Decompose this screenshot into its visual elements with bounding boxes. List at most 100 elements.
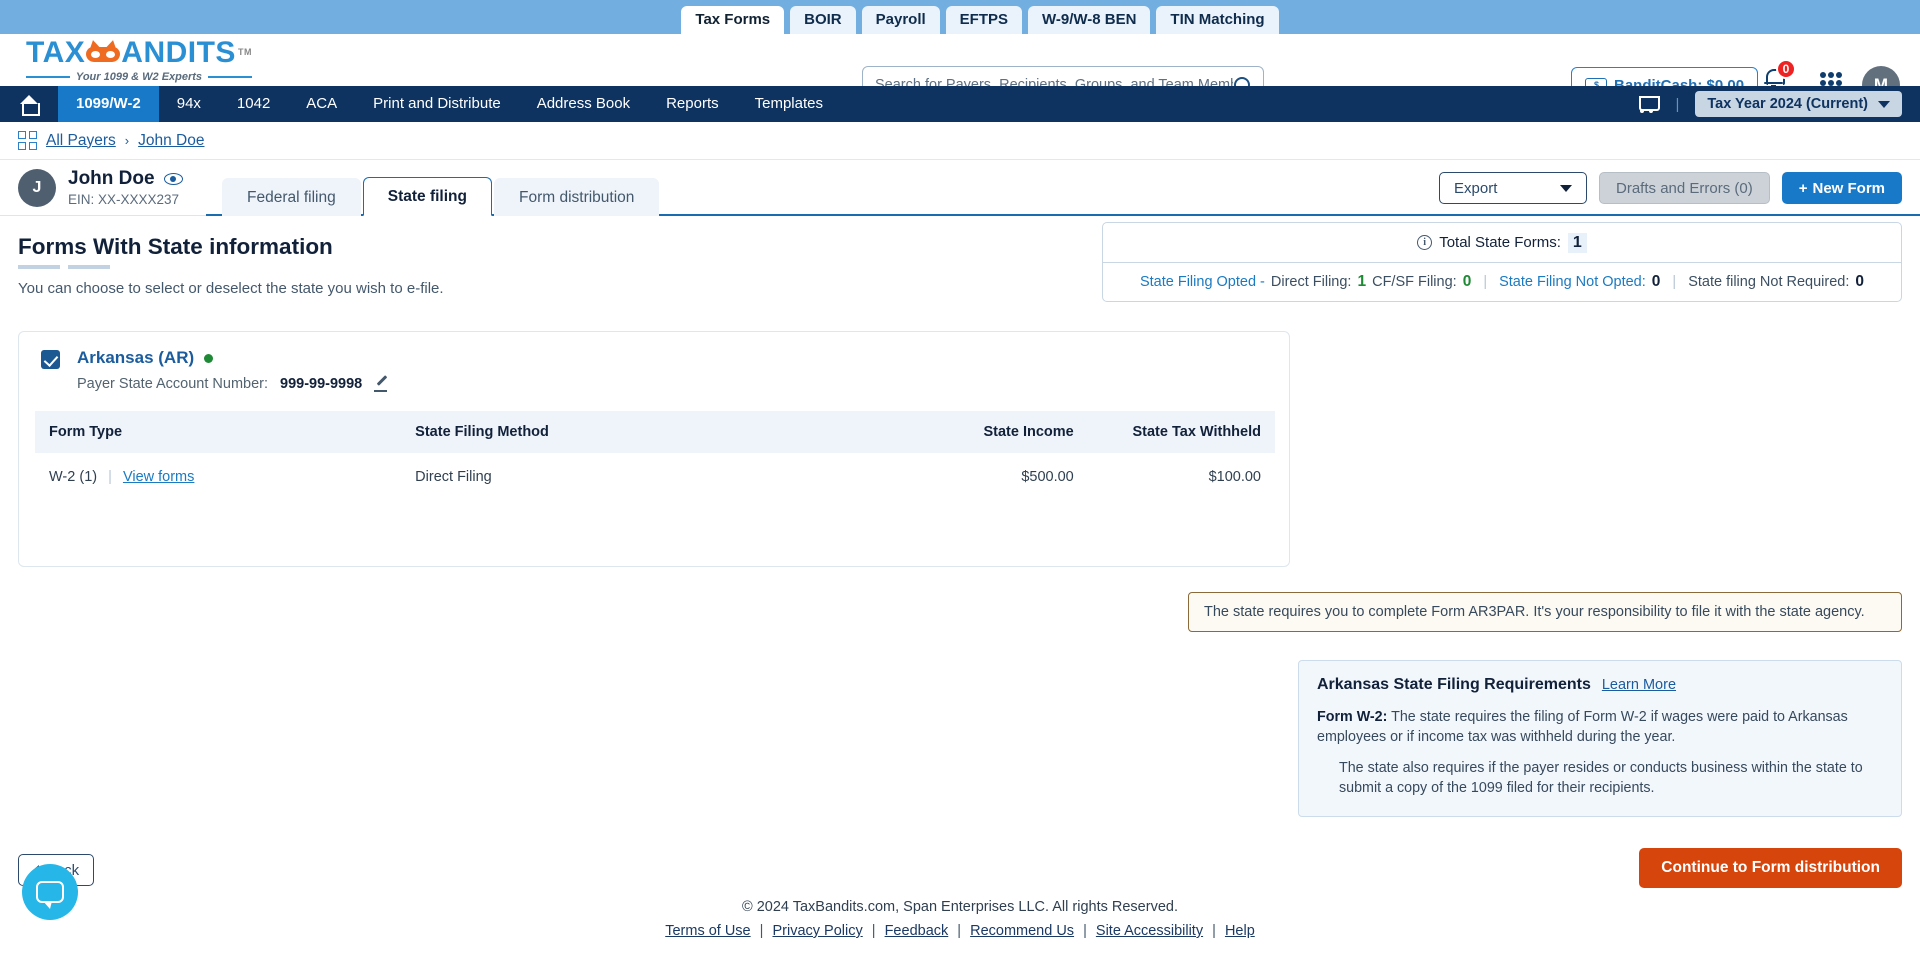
payer-state-account-value: 999-99-9998 [280,376,363,392]
breadcrumb-current-payer[interactable]: John Doe [138,132,204,150]
tab-form-distribution[interactable]: Form distribution [493,177,660,216]
home-icon [19,94,40,116]
footer-link-terms-of-use[interactable]: Terms of Use [665,923,750,939]
breadcrumb-separator: › [124,133,130,148]
requirements-title: Arkansas State Filing Requirements [1317,676,1591,693]
eye-icon[interactable] [163,173,183,185]
taxbandits-logo[interactable]: TAX ANDITS TM Your 1099 & W2 Experts [26,35,252,83]
product-tab-tax-forms[interactable]: Tax Forms [681,6,785,34]
footer-link-feedback[interactable]: Feedback [885,923,949,939]
cart-icon[interactable] [1637,95,1661,114]
logo-tagline: Your 1099 & W2 Experts [26,71,252,83]
summary-divider-2: | [1672,274,1677,290]
new-form-button[interactable]: + New Form [1781,172,1902,204]
cell-filing-method: Direct Filing [415,469,492,485]
app-root: Tax Forms BOIR Payroll EFTPS W-9/W-8 BEN… [0,0,1920,953]
new-form-label: New Form [1812,179,1885,197]
requirements-paragraph-1: Form W-2: The state requires the filing … [1317,707,1883,748]
footer-link-site-accessibility[interactable]: Site Accessibility [1096,923,1203,939]
tab-federal-filing[interactable]: Federal filing [222,177,361,216]
tab-state-filing[interactable]: State filing [362,176,492,216]
footer-separator: | [871,923,876,939]
learn-more-link[interactable]: Learn More [1602,677,1676,693]
form-type-value: W-2 [49,469,76,485]
nav-item-templates[interactable]: Templates [737,86,841,122]
footer-copyright: © 2024 TaxBandits.com, Span Enterprises … [742,899,1178,915]
logo-text-left: TAX [26,35,86,69]
product-tab-eftps[interactable]: EFTPS [945,6,1023,34]
nav-item-1099-w2[interactable]: 1099/W-2 [58,86,159,122]
cell-state-income: $500.00 [1021,469,1074,485]
nav-item-print-and-distribute[interactable]: Print and Distribute [355,86,519,122]
state-filing-opted-label[interactable]: State Filing Opted - [1140,274,1265,290]
state-filing-not-opted-label[interactable]: State Filing Not Opted: [1499,274,1646,290]
nav-item-aca[interactable]: ACA [288,86,355,122]
requirements-paragraph-1-text: The state requires the filing of Form W-… [1317,709,1848,746]
state-name-text[interactable]: Arkansas (AR) [77,348,194,368]
state-filing-not-required-value: 0 [1855,273,1865,290]
trademark-symbol: TM [237,47,252,57]
product-tab-strip: Tax Forms BOIR Payroll EFTPS W-9/W-8 BEN… [0,0,1920,34]
chevron-down-icon [1878,100,1890,108]
nav-home-button[interactable] [0,86,58,122]
product-tab-payroll[interactable]: Payroll [861,6,940,34]
tax-year-selector[interactable]: Tax Year 2024 (Current) [1695,91,1902,117]
grid-view-icon[interactable] [18,131,37,150]
payer-avatar: J [18,168,56,207]
footer-link-help[interactable]: Help [1225,923,1255,939]
breadcrumb-all-payers[interactable]: All Payers [46,132,116,150]
payer-ein: EIN: XX-XXXX237 [68,192,180,207]
drafts-and-errors-button[interactable]: Drafts and Errors (0) [1599,172,1770,204]
footer-separator: | [1083,923,1087,939]
col-state-tax-withheld: State Tax Withheld [1132,424,1261,440]
summary-total-row: i Total State Forms: 1 [1103,223,1901,263]
col-state-filing-method: State Filing Method [415,424,549,440]
state-checkbox[interactable] [41,350,60,369]
nav-item-1042[interactable]: 1042 [219,86,288,122]
footer-link-privacy-policy[interactable]: Privacy Policy [772,923,862,939]
state-filing-requirements-panel: Arkansas State Filing Requirements Learn… [1298,660,1902,818]
footer-links: Terms of Use | Privacy Policy | Feedback… [0,923,1920,939]
footer-separator: | [759,923,764,939]
info-icon[interactable]: i [1417,235,1433,250]
payer-state-account: Payer State Account Number: 999-99-9998 [77,376,389,392]
nav-item-94x[interactable]: 94x [159,86,219,122]
logo-tagline-text: Your 1099 & W2 Experts [75,70,203,83]
state-info: Arkansas (AR) Payer State Account Number… [77,348,389,392]
export-button[interactable]: Export [1439,172,1588,204]
state-requirement-note: The state requires you to complete Form … [1188,592,1902,632]
nav-right-group: | Tax Year 2024 (Current) [1637,91,1902,117]
payer-meta: John Doe EIN: XX-XXXX237 [68,168,183,207]
edit-pencil-icon[interactable] [374,377,389,392]
page-footer: © 2024 TaxBandits.com, Span Enterprises … [0,899,1920,939]
requirements-title-row: Arkansas State Filing Requirements Learn… [1317,676,1883,694]
chevron-down-icon [1560,184,1573,192]
nav-item-reports[interactable]: Reports [648,86,737,122]
export-label: Export [1454,179,1498,197]
state-filing-not-opted-value: 0 [1651,273,1661,290]
direct-filing-value: 1 [1357,273,1367,290]
nav-item-address-book[interactable]: Address Book [519,86,648,122]
main-content: Forms With State information You can cho… [0,216,1920,888]
requirements-paragraph-2: The state also requires if the payer res… [1339,759,1863,796]
col-state-income: State Income [983,424,1074,440]
cfsf-filing-label: CF/SF Filing: [1372,274,1457,290]
footer-separator: | [957,923,962,939]
view-forms-link[interactable]: View forms [123,469,194,485]
product-tab-tin-matching[interactable]: TIN Matching [1156,6,1279,34]
payer-name: John Doe [68,168,183,190]
col-form-type: Form Type [49,424,123,440]
continue-to-form-distribution-button[interactable]: Continue to Form distribution [1639,848,1902,888]
product-tab-boir[interactable]: BOIR [790,6,856,34]
footer-separator: | [1212,923,1216,939]
form-count-value: (1) [79,469,98,485]
payer-state-account-label: Payer State Account Number: [77,376,269,392]
header-actions: Export Drafts and Errors (0) + New Form [1439,172,1902,204]
tax-year-label: Tax Year 2024 (Current) [1707,96,1868,112]
app-header: TAX ANDITS TM Your 1099 & W2 Experts $ B… [0,34,1920,104]
state-filing-not-required-label: State filing Not Required: [1688,274,1850,290]
main-navigation: 1099/W-2 94x 1042 ACA Print and Distribu… [0,86,1920,122]
footer-link-recommend-us[interactable]: Recommend Us [970,923,1074,939]
plus-icon: + [1798,179,1808,197]
product-tab-w9-w8ben[interactable]: W-9/W-8 BEN [1028,6,1151,34]
